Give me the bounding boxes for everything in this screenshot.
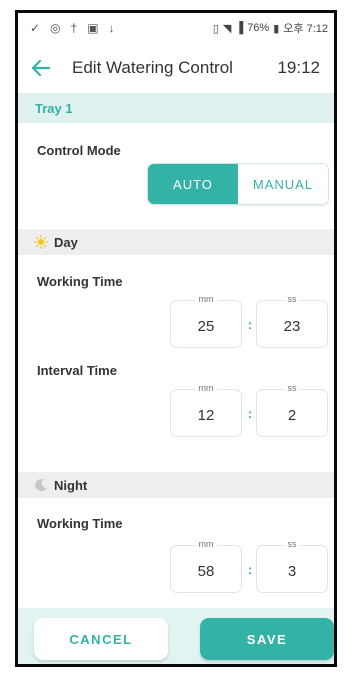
minutes-caption: mm bbox=[194, 539, 218, 549]
tray-label: Tray 1 bbox=[35, 100, 73, 116]
status-icons-left: ✓ ◎ † ▣ ↓ bbox=[30, 21, 115, 35]
page-title: Edit Watering Control bbox=[72, 58, 233, 77]
day-working-seconds-field[interactable]: ss 23 bbox=[256, 294, 328, 348]
battery-icon: ▮ bbox=[273, 22, 280, 35]
image-icon: ▣ bbox=[87, 21, 99, 35]
tray-label-bar: Tray 1 bbox=[18, 93, 334, 123]
usb-icon: † bbox=[70, 21, 78, 35]
status-clock: 오후 7:12 bbox=[283, 23, 328, 35]
time-separator: : bbox=[247, 562, 253, 577]
wifi-icon: ◥ bbox=[222, 22, 232, 35]
day-label: Day bbox=[54, 234, 78, 250]
mode-manual-button[interactable]: MANUAL bbox=[238, 164, 328, 204]
signal-icon: ▐ bbox=[235, 22, 244, 34]
app-header: Edit Watering Control 19:12 bbox=[18, 43, 334, 93]
night-section-header: Night bbox=[18, 472, 334, 498]
sun-icon bbox=[34, 235, 48, 249]
night-working-minutes-value: 58 bbox=[197, 563, 215, 580]
status-icons-right: ▯ ◥ ▐ 76% ▮ 오후 7:12 bbox=[213, 20, 328, 36]
vibrate-icon: ▯ bbox=[212, 22, 219, 35]
back-arrow-icon[interactable] bbox=[32, 57, 54, 79]
battery-level: 76% bbox=[247, 22, 270, 34]
day-working-minutes-field[interactable]: mm 25 bbox=[170, 294, 242, 348]
seconds-caption: ss bbox=[283, 294, 301, 304]
night-working-seconds-field[interactable]: ss 3 bbox=[256, 539, 328, 593]
night-working-minutes-field[interactable]: mm 58 bbox=[170, 539, 242, 593]
night-working-time-label: Working Time bbox=[37, 516, 123, 531]
header-time: 19:12 bbox=[277, 58, 320, 77]
time-separator: : bbox=[247, 406, 253, 421]
seconds-caption: ss bbox=[283, 383, 301, 393]
download-icon: ↓ bbox=[108, 21, 115, 35]
moon-icon bbox=[34, 478, 48, 492]
day-interval-seconds-field[interactable]: ss 2 bbox=[256, 383, 328, 437]
status-bar: ✓ ◎ † ▣ ↓ ▯ ◥ ▐ 76% ▮ 오후 7:12 bbox=[18, 13, 334, 43]
minutes-caption: mm bbox=[194, 383, 218, 393]
cancel-button[interactable]: CANCEL bbox=[34, 618, 168, 660]
day-interval-minutes-field[interactable]: mm 12 bbox=[170, 383, 242, 437]
control-mode-toggle: AUTO MANUAL bbox=[147, 163, 329, 205]
seconds-caption: ss bbox=[283, 539, 301, 549]
day-section-header: Day bbox=[18, 229, 334, 255]
day-interval-seconds-value: 2 bbox=[287, 407, 297, 424]
action-footer: CANCEL SAVE bbox=[18, 608, 334, 664]
day-working-time-label: Working Time bbox=[37, 274, 123, 289]
minutes-caption: mm bbox=[194, 294, 218, 304]
save-button[interactable]: SAVE bbox=[200, 618, 334, 660]
control-mode-label: Control Mode bbox=[37, 143, 121, 158]
time-separator: : bbox=[247, 317, 253, 332]
check-icon: ✓ bbox=[30, 21, 41, 35]
alarm-icon: ◎ bbox=[50, 21, 61, 35]
night-label: Night bbox=[54, 477, 88, 493]
day-interval-time-label: Interval Time bbox=[37, 363, 117, 378]
day-working-seconds-value: 23 bbox=[283, 318, 301, 335]
mode-auto-button[interactable]: AUTO bbox=[148, 164, 238, 204]
day-working-minutes-value: 25 bbox=[197, 318, 215, 335]
phone-screen: ✓ ◎ † ▣ ↓ ▯ ◥ ▐ 76% ▮ 오후 7:12 Edit Water… bbox=[15, 10, 337, 667]
day-interval-minutes-value: 12 bbox=[197, 407, 215, 424]
night-working-seconds-value: 3 bbox=[287, 563, 297, 580]
